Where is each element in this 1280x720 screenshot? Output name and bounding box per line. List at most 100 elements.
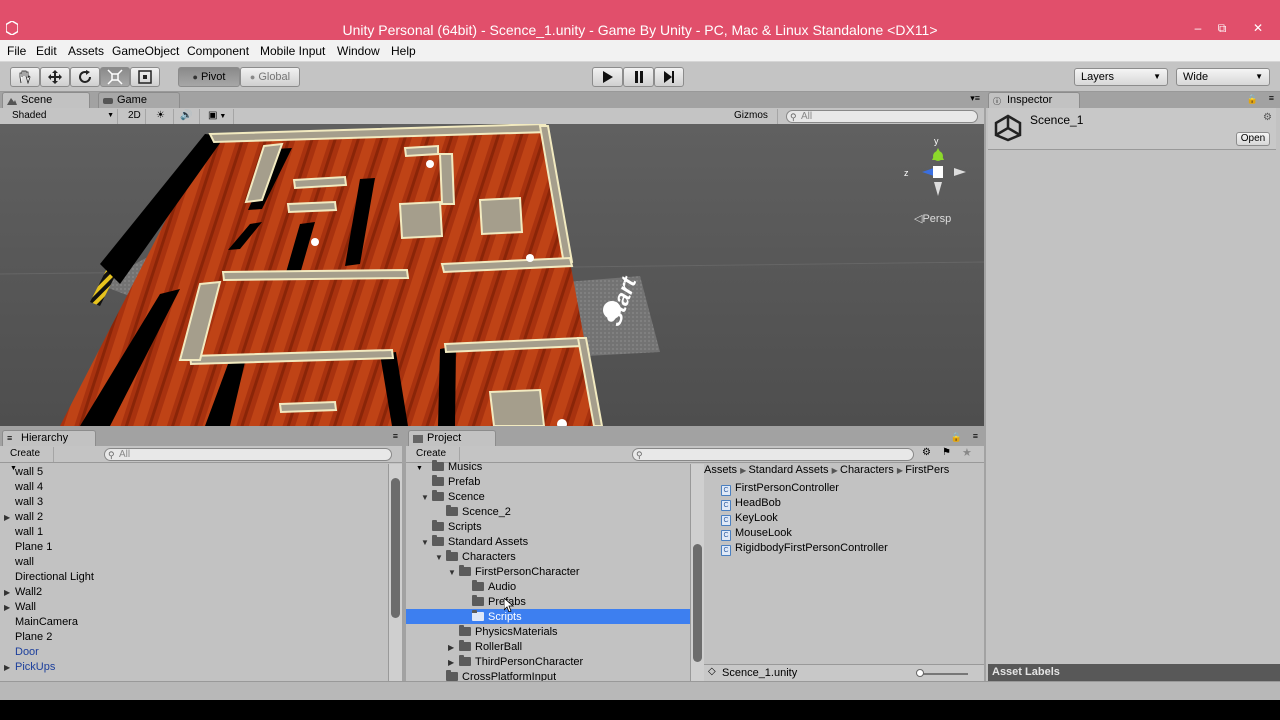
script-file-item[interactable]: C FirstPersonController	[721, 482, 839, 496]
collapse-arrow-icon[interactable]: ▼	[435, 550, 443, 565]
lighting-toggle[interactable]: ☀	[152, 109, 174, 124]
tree-item[interactable]: Scence_2	[446, 505, 511, 520]
script-file-item[interactable]: C KeyLook	[721, 512, 778, 526]
menu-help[interactable]: Help	[391, 44, 416, 58]
menu-mobile-input[interactable]: Mobile Input	[260, 44, 325, 58]
expand-arrow-icon[interactable]: ▶	[448, 655, 454, 670]
settings-gear-icon[interactable]: ⚙	[1263, 112, 1272, 123]
filter-type-icon[interactable]: ⚙	[922, 447, 931, 458]
pivot-toggle[interactable]: ● Pivot	[178, 67, 240, 87]
tree-item[interactable]: Musics	[432, 460, 482, 475]
scale-tool-button[interactable]	[100, 67, 130, 87]
tree-item[interactable]: ▼ Scence	[421, 490, 485, 505]
tree-item[interactable]: ▼ Characters	[435, 550, 516, 565]
pause-button[interactable]	[623, 67, 654, 87]
hierarchy-item[interactable]: ▶ wall 2	[4, 511, 43, 523]
icon-size-slider-thumb[interactable]	[916, 669, 924, 677]
project-search-input[interactable]: ⚲	[632, 448, 914, 461]
layers-dropdown[interactable]: Layers ▼	[1074, 68, 1168, 86]
hierarchy-create-dropdown[interactable]: Create ▼	[6, 447, 54, 472]
move-tool-button[interactable]	[40, 67, 70, 87]
collapse-arrow-icon[interactable]: ▼	[421, 535, 429, 550]
2d-toggle[interactable]: 2D	[124, 109, 146, 124]
favorite-star-icon[interactable]: ★	[962, 446, 972, 459]
hierarchy-item[interactable]: wall 3	[15, 496, 43, 508]
layout-dropdown[interactable]: Wide ▼	[1176, 68, 1270, 86]
tree-item[interactable]: ▶ ThirdPersonCharacter	[448, 655, 583, 670]
tree-item[interactable]: Audio	[472, 580, 516, 595]
hierarchy-scrollbar[interactable]	[388, 464, 402, 681]
menu-assets[interactable]: Assets	[68, 44, 104, 58]
tree-item[interactable]: ▼ Standard Assets	[421, 535, 528, 550]
hierarchy-item[interactable]: ▶ PickUps	[4, 661, 55, 673]
minimize-button[interactable]: –	[1188, 20, 1208, 36]
expand-arrow-icon[interactable]: ▶	[4, 588, 10, 597]
hierarchy-item[interactable]: MainCamera	[15, 616, 78, 628]
panel-menu-icon[interactable]: ≡	[1269, 93, 1274, 103]
tab-project[interactable]: Project	[408, 430, 496, 446]
orientation-gizmo[interactable]: y z	[898, 134, 974, 224]
hierarchy-item[interactable]: wall 1	[15, 526, 43, 538]
perspective-label[interactable]: ◁Persp	[914, 212, 951, 225]
scene-search-input[interactable]: ⚲ All	[786, 110, 978, 123]
breadcrumb-item[interactable]: Characters	[840, 464, 894, 476]
global-toggle[interactable]: ● Global	[240, 67, 300, 87]
play-button[interactable]	[592, 67, 623, 87]
script-file-item[interactable]: C RigidbodyFirstPersonController	[721, 542, 888, 556]
breadcrumb-item[interactable]: Assets	[704, 464, 737, 476]
script-file-item[interactable]: C HeadBob	[721, 497, 781, 511]
panel-menu-icon[interactable]: ≡	[973, 431, 978, 441]
expand-arrow-icon[interactable]: ▶	[448, 640, 454, 655]
rotate-tool-button[interactable]	[70, 67, 100, 87]
collapse-arrow-icon[interactable]: ▼	[421, 490, 429, 505]
close-button[interactable]: ✕	[1248, 20, 1268, 36]
script-file-item[interactable]: C MouseLook	[721, 527, 792, 541]
menu-edit[interactable]: Edit	[36, 44, 57, 58]
icon-size-slider[interactable]	[920, 673, 968, 675]
tree-item[interactable]: Prefab	[432, 475, 480, 490]
lock-icon[interactable]: 🔒	[1247, 94, 1258, 105]
breadcrumb-item[interactable]: FirstPers	[905, 464, 949, 476]
tree-item[interactable]: Prefabs	[472, 595, 526, 610]
breadcrumb-item[interactable]: Standard Assets	[748, 464, 828, 476]
collapse-arrow-icon[interactable]: ▼	[448, 565, 456, 580]
filter-label-icon[interactable]: ⚑	[942, 447, 951, 458]
hierarchy-item[interactable]: wall	[15, 556, 34, 568]
tab-scene[interactable]: Scene	[2, 92, 90, 108]
hierarchy-item[interactable]: ▶ Wall2	[4, 586, 42, 598]
panel-menu-icon[interactable]: ▾≡	[970, 93, 980, 104]
hierarchy-item[interactable]: Plane 2	[15, 631, 52, 643]
tab-hierarchy[interactable]: ≡ Hierarchy	[2, 430, 96, 446]
tree-item-selected[interactable]: Scripts	[472, 610, 522, 625]
hierarchy-item[interactable]: ▶ Wall	[4, 601, 36, 613]
hierarchy-item[interactable]: wall 5	[15, 466, 43, 478]
hierarchy-search-input[interactable]: ⚲ All	[104, 448, 392, 461]
shading-dropdown[interactable]: Shaded ▼	[8, 109, 118, 124]
panel-menu-icon[interactable]: ≡	[393, 431, 398, 441]
project-tree-scrollbar[interactable]	[690, 464, 704, 681]
tree-item[interactable]: ▶CrossPlatformInput	[446, 670, 556, 681]
expand-arrow-icon[interactable]: ▶	[4, 663, 10, 672]
restore-button[interactable]: ⧉	[1212, 20, 1232, 36]
tab-inspector[interactable]: ⓘ Inspector	[988, 92, 1080, 108]
expand-arrow-icon[interactable]: ▶	[4, 603, 10, 612]
hierarchy-item[interactable]: Plane 1	[15, 541, 52, 553]
menu-gameobject[interactable]: GameObject	[112, 44, 179, 58]
effects-dropdown[interactable]: ▣ ▼	[204, 109, 234, 124]
hierarchy-item[interactable]: Door	[15, 646, 39, 658]
lock-icon[interactable]: 🔒	[951, 432, 962, 443]
menu-component[interactable]: Component	[187, 44, 249, 58]
rect-tool-button[interactable]	[130, 67, 160, 87]
expand-arrow-icon[interactable]: ▶	[4, 513, 10, 522]
gizmos-dropdown[interactable]: Gizmos ▼	[730, 109, 778, 134]
tree-item[interactable]: Scripts	[432, 520, 482, 535]
hierarchy-item[interactable]: Directional Light	[15, 571, 94, 583]
tree-item[interactable]: ▼ FirstPersonCharacter	[448, 565, 580, 580]
project-tree-scroll-thumb[interactable]	[693, 544, 702, 662]
tree-item[interactable]: PhysicsMaterials	[459, 625, 558, 640]
scene-viewport[interactable]: Start y z ◁Persp	[0, 124, 984, 426]
step-button[interactable]	[654, 67, 684, 87]
menu-window[interactable]: Window	[337, 44, 380, 58]
hand-tool-button[interactable]	[10, 67, 40, 87]
hierarchy-scroll-thumb[interactable]	[391, 478, 400, 618]
